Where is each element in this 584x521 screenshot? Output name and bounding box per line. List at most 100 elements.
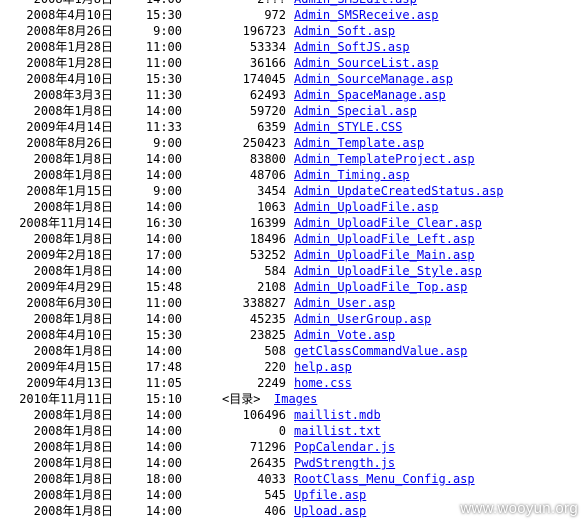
file-row: 2008年4月10日 15:30 972 Admin_SMSReceive.asp (0, 7, 584, 23)
row-date: 2008年8月26日 (26, 136, 113, 150)
file-link[interactable]: Admin_Special.asp (294, 103, 417, 119)
row-time: 18:00 (145, 472, 182, 486)
row-date: 2010年11月11日 (19, 392, 113, 406)
row-time: 14:00 (145, 488, 182, 502)
file-link[interactable]: Admin_UserGroup.asp (294, 311, 431, 327)
file-link[interactable]: Admin_SMSEdit.asp (294, 0, 417, 7)
file-link[interactable]: maillist.mdb (294, 407, 381, 423)
row-time: 14:00 (145, 152, 182, 166)
row-date: 2008年1月8日 (33, 104, 113, 118)
file-link[interactable]: home.css (294, 375, 352, 391)
watermark: www.wooyun.org (460, 500, 578, 517)
row-date: 2008年1月28日 (26, 56, 113, 70)
directory-link[interactable]: Images (274, 391, 317, 407)
file-row: 2008年1月28日 11:00 53334 Admin_SoftJS.asp (0, 39, 584, 55)
file-link[interactable]: Admin_TemplateProject.asp (294, 151, 475, 167)
file-link[interactable]: Admin_User.asp (294, 295, 395, 311)
file-row: 2009年2月18日 17:00 53252 Admin_UploadFile_Mai… (0, 247, 584, 263)
file-link[interactable]: Admin_Vote.asp (294, 327, 395, 343)
file-link[interactable]: maillist.txt (294, 423, 381, 439)
row-time: 14:00 (145, 440, 182, 454)
row-size: 584 (264, 264, 286, 278)
row-date: 2009年4月29日 (26, 280, 113, 294)
row-size: 59720 (249, 104, 286, 118)
file-row: 2008年1月28日 11:00 36166 Admin_SourceList.asp (0, 55, 584, 71)
file-link[interactable]: Admin_UploadFile_Main.asp (294, 247, 475, 263)
row-time: 14:00 (145, 232, 182, 246)
file-row: 2008年1月8日 14:00 0 maillist.txt (0, 423, 584, 439)
file-row: 2008年11月14日 16:30 16399 Admin_UploadFile_Cl… (0, 215, 584, 231)
row-size: 83800 (249, 152, 286, 166)
row-date: 2008年1月8日 (33, 312, 113, 326)
file-row: 2008年1月15日 9:00 3454 Admin_UpdateCreatedSta… (0, 183, 584, 199)
row-date: 2008年1月8日 (33, 488, 113, 502)
row-time: 11:00 (145, 56, 182, 70)
row-time: 11:33 (145, 120, 182, 134)
file-link[interactable]: Admin_SourceList.asp (294, 55, 439, 71)
row-size: 6359 (257, 120, 286, 134)
row-date: 2008年1月8日 (33, 424, 113, 438)
row-time: 15:30 (145, 8, 182, 22)
row-time: 14:00 (146, 0, 182, 7)
file-link[interactable]: Admin_UploadFile_Clear.asp (294, 215, 482, 231)
row-time: 14:00 (145, 104, 182, 118)
row-time: 9:00 (153, 184, 182, 198)
row-size: 0 (278, 424, 286, 438)
file-row: 2008年8月26日 9:00 196723 Admin_Soft.asp (0, 23, 584, 39)
row-size: 196723 (242, 24, 286, 38)
file-link[interactable]: Admin_UploadFile_Top.asp (294, 279, 467, 295)
row-size: 406 (264, 504, 286, 518)
file-link[interactable]: PopCalendar.js (294, 439, 395, 455)
row-size: 62493 (249, 88, 286, 102)
row-date: 2008年1月8日 (33, 472, 113, 486)
file-link[interactable]: Admin_Timing.asp (294, 167, 410, 183)
file-link[interactable]: Upload.asp (294, 503, 366, 519)
row-date: 2008年1月8日 (33, 504, 113, 518)
file-link[interactable]: Admin_STYLE.CSS (294, 119, 402, 135)
file-row: 2008年1月8日 14:00 71296 PopCalendar.js (0, 439, 584, 455)
file-row: 2008年1月8日 14:00 26435 PwdStrength.js (0, 455, 584, 471)
file-link[interactable]: Admin_SpaceManage.asp (294, 87, 446, 103)
row-time: 14:00 (145, 424, 182, 438)
row-date: 2009年4月15日 (26, 360, 113, 374)
file-row: 2008年1月8日 14:00 18496 Admin_UploadFile_Left… (0, 231, 584, 247)
file-link[interactable]: Admin_Template.asp (294, 135, 424, 151)
file-link[interactable]: getClassCommandValue.asp (294, 343, 467, 359)
file-link[interactable]: Admin_SoftJS.asp (294, 39, 410, 55)
row-time: 14:00 (145, 344, 182, 358)
file-link[interactable]: Admin_SMSReceive.asp (294, 7, 439, 23)
file-row: 2008年1月8日 18:00 4033 RootClass_Menu_Config.… (0, 471, 584, 487)
row-time: 15:30 (145, 72, 182, 86)
row-size: 16399 (249, 216, 286, 230)
row-time: 11:00 (145, 296, 182, 310)
row-time: 17:48 (145, 360, 182, 374)
row-date: 2008年4月10日 (26, 72, 113, 86)
file-link[interactable]: Admin_UploadFile_Left.asp (294, 231, 475, 247)
row-size: 36166 (249, 56, 286, 70)
file-link[interactable]: PwdStrength.js (294, 455, 395, 471)
file-row: 2008年4月10日 15:30 23825 Admin_Vote.asp (0, 327, 584, 343)
file-link[interactable]: help.asp (294, 359, 352, 375)
row-time: 14:00 (145, 312, 182, 326)
directory-listing: 2008年1月8日14:002???Admin_SMSEdit.asp2008年… (0, 0, 584, 519)
file-link[interactable]: Admin_Soft.asp (294, 23, 395, 39)
file-row: 2008年1月8日 14:00 83800 Admin_TemplateProject… (0, 151, 584, 167)
file-row: 2008年1月8日 14:00 45235 Admin_UserGroup.asp (0, 311, 584, 327)
file-row: 2008年1月8日 14:00 1063 Admin_UploadFile.asp (0, 199, 584, 215)
row-date: 2009年4月14日 (26, 120, 113, 134)
file-link[interactable]: Admin_UploadFile.asp (294, 199, 439, 215)
file-link[interactable]: Admin_SourceManage.asp (294, 71, 453, 87)
row-date: 2008年3月3日 (33, 88, 113, 102)
row-time: 16:30 (145, 216, 182, 230)
row-date: 2008年1月8日 (33, 408, 113, 422)
file-row: 2009年4月15日 17:48 220 help.asp (0, 359, 584, 375)
file-link[interactable]: Admin_UpdateCreatedStatus.asp (294, 183, 504, 199)
file-link[interactable]: Upfile.asp (294, 487, 366, 503)
row-date: 2008年1月8日 (34, 0, 113, 7)
row-size: 71296 (249, 440, 286, 454)
row-size: 106496 (242, 408, 286, 422)
file-link[interactable]: Admin_UploadFile_Style.asp (294, 263, 482, 279)
row-size: 2249 (257, 376, 286, 390)
row-size: 2108 (257, 280, 286, 294)
file-link[interactable]: RootClass_Menu_Config.asp (294, 471, 475, 487)
